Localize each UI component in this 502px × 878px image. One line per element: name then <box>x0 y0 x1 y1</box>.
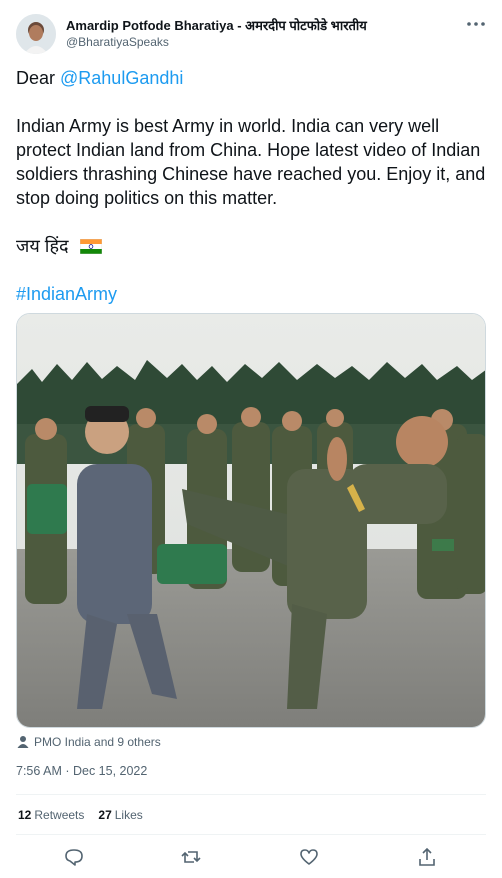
india-flag-icon <box>79 239 102 254</box>
divider <box>16 794 486 795</box>
engagement-stats: 12 Retweets 27 Likes <box>18 808 143 822</box>
author-handle[interactable]: @BharatiyaSpeaks <box>66 35 169 49</box>
divider <box>16 834 486 835</box>
hashtag-line: #IndianArmy <box>16 282 486 306</box>
tagged-users-text: PMO India and 9 others <box>34 735 161 749</box>
more-options-icon[interactable] <box>464 14 488 34</box>
tagged-users[interactable]: PMO India and 9 others <box>16 735 161 749</box>
likes-count: 27 <box>98 808 112 822</box>
tweet-text: Dear @RahulGandhi Indian Army is best Ar… <box>16 66 486 330</box>
author-name[interactable]: Amardip Potfode Bharatiya - अमरदीप पोटफो… <box>66 16 367 34</box>
share-icon[interactable] <box>416 846 438 868</box>
likes-stat[interactable]: 27 Likes <box>98 808 142 822</box>
mention-link[interactable]: @RahulGandhi <box>60 68 183 88</box>
tweet-body: Indian Army is best Army in world. India… <box>16 116 486 208</box>
avatar[interactable] <box>16 14 56 54</box>
tweet-actions <box>0 838 502 874</box>
retweets-stat[interactable]: 12 Retweets <box>18 808 84 822</box>
reply-icon[interactable] <box>63 846 85 868</box>
like-icon[interactable] <box>298 846 320 868</box>
retweet-icon[interactable] <box>180 846 202 868</box>
retweets-label: Retweets <box>34 808 85 822</box>
person-icon <box>17 736 29 748</box>
greeting-prefix: Dear <box>16 68 61 88</box>
tweet-media-photo[interactable] <box>16 313 486 728</box>
likes-label: Likes <box>114 808 143 822</box>
tweet-timestamp[interactable]: 7:56 AM · Dec 15, 2022 <box>16 764 147 778</box>
avatar-photo-icon <box>16 14 56 54</box>
tweet-header: Amardip Potfode Bharatiya - अमरदीप पोटफो… <box>0 0 502 62</box>
jai-hind-line: जय हिंद <box>16 234 486 258</box>
soldiers-photo <box>17 314 485 727</box>
greeting-line: Dear @RahulGandhi <box>16 66 486 90</box>
jai-hind-text: जय हिंद <box>16 236 69 256</box>
hashtag-link[interactable]: #IndianArmy <box>16 284 117 304</box>
retweets-count: 12 <box>18 808 32 822</box>
